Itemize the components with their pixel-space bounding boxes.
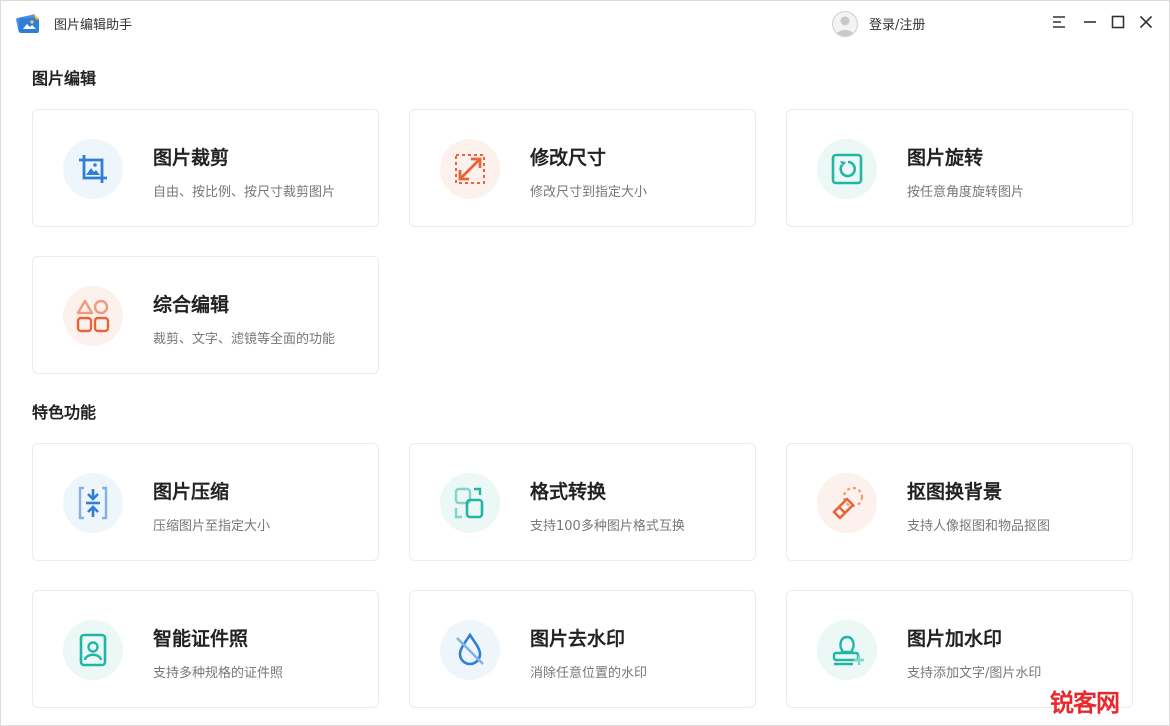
eraser-icon xyxy=(817,473,877,533)
card-title: 图片旋转 xyxy=(907,147,984,169)
card-title: 图片压缩 xyxy=(153,481,230,503)
card-desc: 支持人像抠图和物品抠图 xyxy=(907,519,1051,534)
card-title: 综合编辑 xyxy=(153,294,230,316)
card-title: 抠图换背景 xyxy=(907,481,1003,503)
card-title: 图片裁剪 xyxy=(153,147,230,169)
card-general-edit[interactable]: 综合编辑 裁剪、文字、滤镜等全面的功能 xyxy=(32,256,379,374)
card-title: 格式转换 xyxy=(530,481,607,503)
card-format-convert[interactable]: 格式转换 支持100多种图片格式互换 xyxy=(409,443,756,561)
card-desc: 消除任意位置的水印 xyxy=(530,666,648,681)
card-desc: 修改尺寸到指定大小 xyxy=(530,185,648,200)
app-window: 图片编辑助手 登录/注册 图片编辑 图片裁剪 自由、按比例、按尺寸裁剪图片 修改… xyxy=(0,0,1170,726)
compress-icon xyxy=(63,473,123,533)
card-crop[interactable]: 图片裁剪 自由、按比例、按尺寸裁剪图片 xyxy=(32,109,379,227)
site-watermark: 锐客网 xyxy=(1050,689,1120,717)
card-desc: 按任意角度旋转图片 xyxy=(907,185,1025,200)
card-title: 图片去水印 xyxy=(530,628,626,650)
app-logo-icon xyxy=(16,13,39,33)
close-icon[interactable] xyxy=(1137,13,1155,31)
maximize-icon[interactable] xyxy=(1109,13,1127,31)
card-desc: 支持多种规格的证件照 xyxy=(153,666,284,681)
minimize-icon[interactable] xyxy=(1081,13,1099,31)
card-title: 图片加水印 xyxy=(907,628,1003,650)
app-title: 图片编辑助手 xyxy=(54,18,133,33)
card-desc: 支持添加文字/图片水印 xyxy=(907,666,1042,681)
card-id-photo[interactable]: 智能证件照 支持多种规格的证件照 xyxy=(32,590,379,708)
card-desc: 压缩图片至指定大小 xyxy=(153,519,271,534)
rotate-icon xyxy=(817,139,877,199)
user-avatar-icon[interactable] xyxy=(832,11,858,37)
card-rotate[interactable]: 图片旋转 按任意角度旋转图片 xyxy=(786,109,1133,227)
card-remove-watermark[interactable]: 图片去水印 消除任意位置的水印 xyxy=(409,590,756,708)
card-desc: 支持100多种图片格式互换 xyxy=(530,519,685,534)
section-title-featured: 特色功能 xyxy=(32,403,97,422)
card-desc: 自由、按比例、按尺寸裁剪图片 xyxy=(153,185,336,200)
card-title: 修改尺寸 xyxy=(530,147,607,169)
resize-icon xyxy=(440,139,500,199)
login-register-link[interactable]: 登录/注册 xyxy=(869,14,925,33)
crop-icon xyxy=(63,139,123,199)
card-desc: 裁剪、文字、滤镜等全面的功能 xyxy=(153,332,336,347)
id-photo-icon xyxy=(63,620,123,680)
card-title: 智能证件照 xyxy=(153,628,249,650)
card-resize[interactable]: 修改尺寸 修改尺寸到指定大小 xyxy=(409,109,756,227)
remove-watermark-icon xyxy=(440,620,500,680)
menu-icon[interactable] xyxy=(1050,13,1068,31)
card-compress[interactable]: 图片压缩 压缩图片至指定大小 xyxy=(32,443,379,561)
card-cutout[interactable]: 抠图换背景 支持人像抠图和物品抠图 xyxy=(786,443,1133,561)
section-title-image-edit: 图片编辑 xyxy=(32,69,97,88)
title-bar: 图片编辑助手 登录/注册 xyxy=(1,1,1169,45)
add-watermark-icon xyxy=(817,620,877,680)
convert-icon xyxy=(440,473,500,533)
shapes-icon xyxy=(63,286,123,346)
